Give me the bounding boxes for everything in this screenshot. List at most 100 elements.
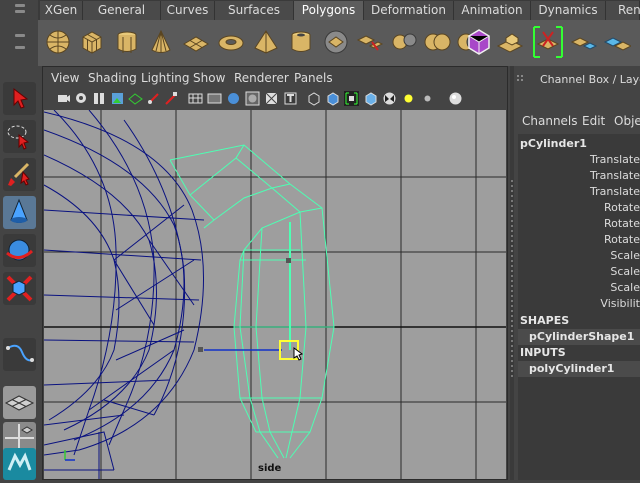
tab-dynamics[interactable]: Dynamics bbox=[531, 1, 606, 20]
shadows-icon[interactable] bbox=[401, 91, 416, 106]
shelf-grip[interactable] bbox=[0, 0, 38, 66]
poly-pyramid-icon[interactable] bbox=[252, 28, 280, 56]
splitter-grip[interactable] bbox=[511, 180, 513, 380]
toolbox bbox=[0, 66, 40, 480]
isolate-select-icon[interactable] bbox=[306, 91, 321, 106]
xray-components-icon[interactable] bbox=[363, 91, 378, 106]
film-gate-icon[interactable] bbox=[146, 91, 161, 106]
input-node-label: polyCylinder1 bbox=[529, 362, 615, 375]
attr-scale-x[interactable]: Scale bbox=[520, 249, 640, 262]
select-tool[interactable] bbox=[3, 82, 36, 115]
paint-select-tool[interactable] bbox=[3, 158, 36, 191]
attr-scale-y[interactable]: Scale bbox=[520, 265, 640, 278]
flat-shade-icon[interactable] bbox=[245, 91, 260, 106]
shelf-tab-bar: XGen General Curves Surfaces Polygons De… bbox=[0, 0, 640, 20]
grid-toggle-icon[interactable] bbox=[128, 91, 143, 106]
smooth-icon[interactable] bbox=[463, 26, 495, 58]
textured-icon[interactable] bbox=[264, 91, 279, 106]
append-polygon-icon[interactable] bbox=[603, 28, 631, 56]
attr-rotate-y[interactable]: Rotate bbox=[520, 217, 640, 230]
scale-tool[interactable] bbox=[3, 272, 36, 305]
menu-renderer[interactable]: Renderer bbox=[234, 71, 289, 85]
tab-curves[interactable]: Curves bbox=[161, 1, 215, 20]
lasso-tool[interactable] bbox=[3, 120, 36, 153]
xray-joints-icon[interactable] bbox=[344, 91, 359, 106]
viewport-grid bbox=[44, 110, 506, 480]
menu-panels[interactable]: Panels bbox=[294, 71, 333, 85]
attr-rotate-x[interactable]: Rotate bbox=[520, 201, 640, 214]
selected-cylinder-wireframe bbox=[169, 144, 335, 459]
manipulator-y-handle bbox=[286, 258, 291, 263]
side-viewport[interactable]: side bbox=[44, 110, 506, 480]
poly-torus-icon[interactable] bbox=[217, 28, 245, 56]
separate-icon[interactable] bbox=[356, 28, 384, 56]
menu-show[interactable]: Show bbox=[193, 71, 225, 85]
poly-cube-icon[interactable] bbox=[78, 28, 106, 56]
rotate-tool[interactable] bbox=[3, 234, 36, 267]
image-plane-icon[interactable] bbox=[110, 91, 125, 106]
shapes-section-label: SHAPES bbox=[520, 314, 570, 327]
menu-shading[interactable]: Shading bbox=[88, 71, 137, 85]
menu-channels[interactable]: Channels bbox=[522, 114, 578, 128]
panel-menu-bar: View Shading Lighting Show Renderer Pane… bbox=[44, 68, 506, 88]
curve-tool[interactable] bbox=[3, 338, 36, 371]
menu-lighting[interactable]: Lighting bbox=[141, 71, 190, 85]
scale-cube-icon bbox=[6, 275, 33, 302]
attr-scale-z[interactable]: Scale bbox=[520, 281, 640, 294]
unselected-sphere-wireframe bbox=[44, 110, 205, 480]
input-node-item[interactable]: polyCylinder1 bbox=[518, 361, 640, 377]
menu-view[interactable]: View bbox=[51, 71, 79, 85]
attr-translate-z[interactable]: Translate bbox=[520, 185, 640, 198]
use-all-lights-icon[interactable] bbox=[283, 91, 298, 106]
bridge-icon[interactable] bbox=[570, 28, 598, 56]
panel-toolbar bbox=[44, 88, 506, 111]
inputs-section-label: INPUTS bbox=[520, 346, 566, 359]
wireframe-icon[interactable] bbox=[188, 91, 203, 106]
tab-rendering[interactable]: Ren bbox=[606, 1, 640, 20]
extract-icon[interactable] bbox=[390, 28, 418, 56]
motion-blur-icon[interactable] bbox=[448, 91, 463, 106]
tab-surfaces[interactable]: Surfaces bbox=[215, 1, 294, 20]
attr-translate-y[interactable]: Translate bbox=[520, 169, 640, 182]
channel-box-menu-bar: Channels Edit Objec bbox=[514, 112, 640, 132]
shape-node-item[interactable]: pCylinderShape1 bbox=[518, 329, 640, 345]
move-tool[interactable] bbox=[3, 196, 36, 229]
select-camera-icon[interactable] bbox=[56, 91, 71, 106]
tab-polygons[interactable]: Polygons bbox=[294, 1, 364, 20]
curve-icon bbox=[6, 344, 34, 362]
menu-object[interactable]: Objec bbox=[614, 114, 640, 128]
split-polygon-icon[interactable] bbox=[531, 24, 565, 60]
bookmarks-icon[interactable] bbox=[92, 91, 107, 106]
tab-general[interactable]: General bbox=[83, 1, 161, 20]
menu-edit[interactable]: Edit bbox=[582, 114, 605, 128]
maya-logo-icon bbox=[7, 452, 32, 471]
poly-plane-icon[interactable] bbox=[182, 28, 210, 56]
tab-animation[interactable]: Animation bbox=[454, 1, 531, 20]
resolution-gate-icon[interactable] bbox=[164, 91, 179, 106]
single-perspective-layout[interactable] bbox=[3, 386, 36, 419]
tab-deformation[interactable]: Deformation bbox=[364, 1, 454, 20]
poly-sphere-icon[interactable] bbox=[44, 28, 72, 56]
smooth-shade-icon[interactable] bbox=[226, 91, 241, 106]
extrude-icon[interactable] bbox=[496, 28, 524, 56]
poly-cylinder-icon[interactable] bbox=[113, 28, 141, 56]
ambient-occlusion-icon[interactable] bbox=[420, 91, 435, 106]
tab-xgen[interactable]: XGen bbox=[40, 1, 83, 20]
combine-icon[interactable] bbox=[322, 28, 350, 56]
attr-translate-x[interactable]: Translate bbox=[520, 153, 640, 166]
wireframe-on-shaded-icon[interactable] bbox=[207, 91, 222, 106]
select-arrow-icon bbox=[13, 87, 29, 109]
xray-icon[interactable] bbox=[325, 91, 340, 106]
checker-icon[interactable] bbox=[382, 91, 397, 106]
boolean-union-icon[interactable] bbox=[423, 28, 451, 56]
attr-visibility[interactable]: Visibilit bbox=[520, 297, 640, 310]
attr-rotate-z[interactable]: Rotate bbox=[520, 233, 640, 246]
viewport-canvas bbox=[44, 110, 506, 480]
object-name[interactable]: pCylinder1 bbox=[520, 137, 587, 150]
camera-attributes-icon[interactable] bbox=[74, 91, 89, 106]
manipulator-z-handle bbox=[198, 347, 203, 352]
panel-grip-icon[interactable] bbox=[516, 74, 524, 82]
polygons-shelf bbox=[38, 20, 640, 66]
poly-cone-icon[interactable] bbox=[147, 28, 175, 56]
poly-pipe-icon[interactable] bbox=[287, 28, 315, 56]
